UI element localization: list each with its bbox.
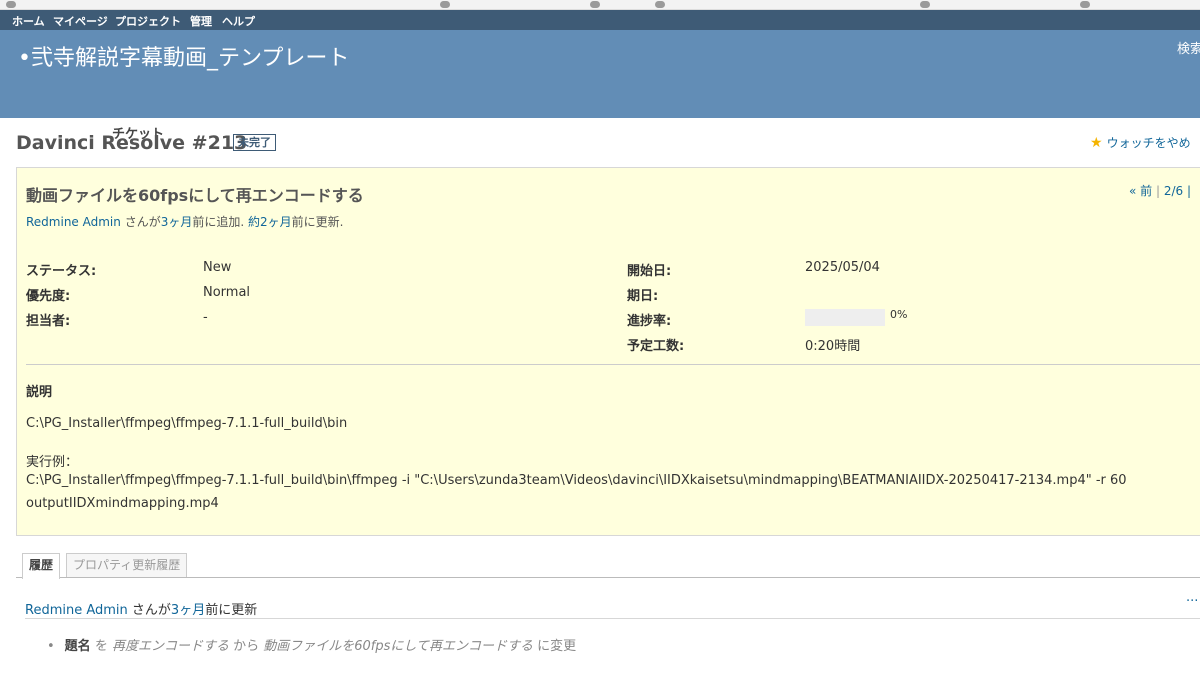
status-label: ステータス: xyxy=(26,264,97,279)
divider xyxy=(26,364,1200,365)
description-heading: 説明 xyxy=(26,385,53,400)
top-menu-my-page[interactable]: マイページ xyxy=(53,13,108,29)
done-ratio-value: 0% xyxy=(890,308,908,321)
journal-divider xyxy=(25,618,1200,619)
status-value: New xyxy=(203,260,232,275)
journal-field: 題名 xyxy=(64,639,91,654)
browser-tab-strip xyxy=(0,0,1200,10)
author-link[interactable]: Redmine Admin xyxy=(26,215,121,229)
priority-value: Normal xyxy=(203,285,251,300)
watch-button[interactable]: ★ ウォッチをやめ xyxy=(1090,134,1191,151)
top-menu-home[interactable]: ホーム xyxy=(12,13,45,29)
author-text: 前に追加. xyxy=(192,215,248,229)
added-time-link[interactable]: 3ヶ月 xyxy=(161,215,193,229)
priority-label: 優先度: xyxy=(26,289,71,304)
tab-property-changes[interactable]: プロパティ更新履歴 xyxy=(66,553,188,577)
browser-icon xyxy=(6,1,16,8)
tab-wiki[interactable]: Wiki xyxy=(570,121,613,148)
watch-label: ウォッチをやめ xyxy=(1106,136,1191,150)
description-line: 実行例： xyxy=(26,455,79,470)
star-icon: ★ xyxy=(1090,135,1103,151)
browser-icon xyxy=(920,1,930,8)
issue-heading: Davinci Resolve #213 xyxy=(16,132,248,154)
project-title: •弐寺解説字幕動画_テンプレート xyxy=(18,46,350,71)
journal-text: に変更 xyxy=(533,639,577,654)
start-date-label: 開始日: xyxy=(627,264,672,279)
due-date-label: 期日: xyxy=(627,289,659,304)
top-menu-help[interactable]: ヘルプ xyxy=(222,13,255,29)
browser-icon xyxy=(1080,1,1090,8)
prev-issue-link[interactable]: « 前 xyxy=(1129,184,1152,198)
search-label[interactable]: 検索 xyxy=(1177,38,1200,57)
journal-author-link[interactable]: Redmine Admin xyxy=(25,603,128,618)
start-date-value: 2025/05/04 xyxy=(805,260,880,275)
issue-subject: 動画ファイルを60fpsにして再エンコードする xyxy=(26,186,364,205)
journal-text: さんが xyxy=(127,603,171,618)
author-text: さんが xyxy=(120,215,161,229)
nav-separator: | xyxy=(1156,184,1161,198)
status-badge: 未完了 xyxy=(233,134,276,151)
tab-calendar[interactable]: カレンダー xyxy=(364,121,445,148)
journal-text: から xyxy=(228,639,264,654)
progress-bar xyxy=(805,309,885,326)
author-line: Redmine Admin さんが3ヶ月前に追加. 約2ヶ月前に更新. xyxy=(26,213,343,230)
author-text: 前に更新. xyxy=(291,215,344,229)
journal-detail: • 題名 を 再度エンコードする から 動画ファイルを60fpsにして再エンコード… xyxy=(47,635,576,654)
browser-icon xyxy=(590,1,600,8)
top-menu-admin[interactable]: 管理 xyxy=(190,13,212,29)
journal-text: を xyxy=(90,639,112,654)
bullet-icon: • xyxy=(47,639,55,654)
issue-navigation: « 前 | 2/6 | xyxy=(1129,182,1191,199)
tab-news[interactable]: ニュース xyxy=(451,121,518,148)
estimated-time-label: 予定工数: xyxy=(627,339,685,354)
tab-documents[interactable]: 文書 xyxy=(523,121,565,148)
history-tabs: 履歴 プロパティ更新履歴 xyxy=(16,552,1200,579)
browser-icon xyxy=(655,1,665,8)
description-line: C:\PG_Installer\ffmpeg\ffmpeg-7.1.1-full… xyxy=(26,416,348,431)
assignee-value: - xyxy=(203,310,208,325)
journal-header: Redmine Admin さんが3ヶ月前に更新 xyxy=(25,599,257,618)
tab-history[interactable]: 履歴 xyxy=(22,553,61,579)
issue-details: 動画ファイルを60fpsにして再エンコードする « 前 | 2/6 | Redm… xyxy=(16,167,1200,536)
description-line: C:\PG_Installer\ffmpeg\ffmpeg-7.1.1-full… xyxy=(26,473,1127,488)
journal-old-value: 再度エンコードする xyxy=(111,639,229,654)
browser-icon xyxy=(440,1,450,8)
journal-time-link[interactable]: 3ヶ月 xyxy=(171,603,205,618)
journal-text: 前に更新 xyxy=(205,603,258,618)
top-menu-projects[interactable]: プロジェクト xyxy=(115,13,181,29)
journal-new-value: 動画ファイルを60fpsにして再エンコードする xyxy=(263,639,533,654)
journal-actions-icon[interactable]: ··· xyxy=(1186,594,1198,609)
estimated-time-value: 0:20時間 xyxy=(805,339,861,354)
issue-position-link[interactable]: 2/6 | xyxy=(1164,184,1191,198)
description-line: outputIIDXmindmapping.mp4 xyxy=(26,496,219,511)
done-ratio-label: 進捗率: xyxy=(627,314,672,329)
assignee-label: 担当者: xyxy=(26,314,71,329)
top-menu: ホーム マイページ プロジェクト 管理 ヘルプ xyxy=(0,10,1200,30)
updated-time-link[interactable]: 約2ヶ月 xyxy=(248,215,292,229)
tab-files[interactable]: ファイル xyxy=(618,121,686,148)
project-header: •弐寺解説字幕動画_テンプレート 検索 概要 活動 チケット 作業時間 ガントチ… xyxy=(0,30,1200,148)
